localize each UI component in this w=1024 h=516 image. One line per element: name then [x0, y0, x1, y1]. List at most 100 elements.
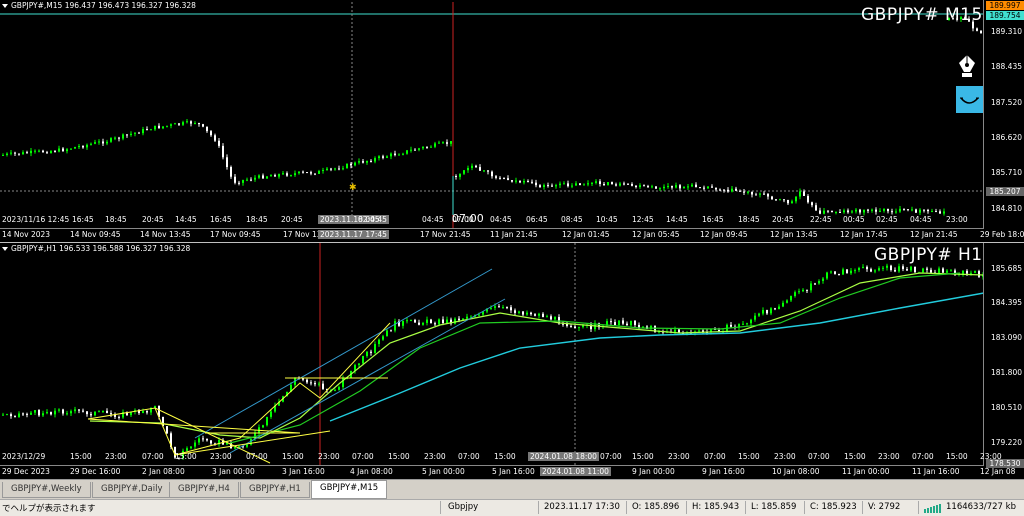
- candle-body: [378, 156, 380, 159]
- candle-body: [386, 330, 388, 337]
- tab-weekly[interactable]: GBPJPY#,Weekly: [2, 482, 91, 498]
- time-axis[interactable]: 14 Nov 2023 14 Nov 09:45 14 Nov 13:45 17 No…: [0, 228, 1024, 242]
- time-label: 14:45: [666, 215, 688, 224]
- candle-body: [282, 173, 284, 175]
- candle-body: [62, 148, 64, 152]
- candle-body: [446, 142, 448, 144]
- status-close: C: 185.923: [810, 502, 857, 512]
- candle-body: [190, 121, 192, 124]
- time-label: 14 Nov 2023: [2, 230, 51, 239]
- candle-body: [50, 412, 52, 415]
- candle-body: [543, 185, 545, 188]
- candle-body: [226, 157, 228, 168]
- status-volume: V: 2792: [868, 502, 901, 512]
- candle-body: [274, 175, 276, 177]
- time-label: 16:45: [702, 215, 724, 224]
- candle-body: [98, 411, 100, 413]
- candle-body: [762, 309, 764, 314]
- candle-body: [266, 416, 268, 426]
- candle-body: [238, 182, 240, 184]
- candle-body: [146, 129, 148, 131]
- candle-body: [774, 308, 776, 310]
- candle-body: [527, 180, 529, 182]
- candle-body: [74, 147, 76, 149]
- pen-icon[interactable]: [956, 54, 978, 80]
- separator: [538, 501, 539, 514]
- candle-body: [154, 125, 156, 130]
- time-label: 2024.01.08 11:00: [540, 467, 611, 476]
- tab-m15[interactable]: GBPJPY#,M15: [311, 480, 388, 499]
- ohlc-info: GBPJPY#,M15 196.437 196.473 196.327 196.…: [2, 1, 196, 10]
- candle-body: [66, 149, 68, 152]
- chart-window-h1[interactable]: GBPJPY#,H1 196.533 196.588 196.327 196.3…: [0, 242, 1024, 479]
- time-label: 23:00: [210, 452, 232, 461]
- candle-body: [843, 210, 845, 213]
- candle-body: [827, 210, 829, 212]
- time-label: 04:45: [490, 215, 512, 224]
- time-label: 11 Jan 16:00: [912, 467, 960, 476]
- dropdown-triangle-icon[interactable]: [2, 4, 8, 8]
- candle-body: [978, 271, 980, 277]
- tab-h4[interactable]: GBPJPY#,H4: [169, 482, 239, 498]
- time-label: 07:00: [600, 452, 622, 461]
- candle-body: [310, 172, 312, 174]
- candle-body: [919, 209, 921, 213]
- time-label: 07:00: [452, 212, 484, 225]
- tab-daily[interactable]: GBPJPY#,Daily: [92, 482, 172, 498]
- candle-body: [10, 414, 12, 417]
- candle-body: [38, 410, 40, 416]
- status-low: L: 185.859: [751, 502, 797, 512]
- candle-body: [742, 323, 744, 325]
- candle-body: [338, 168, 340, 170]
- time-label: 07:00: [808, 452, 830, 461]
- candle-body: [114, 137, 116, 139]
- candle-body: [754, 315, 756, 320]
- candle-body: [559, 183, 561, 186]
- candle-body: [310, 382, 312, 384]
- price-scale[interactable]: 185.685 184.395 183.090 181.800 180.510 …: [983, 243, 1024, 479]
- candle-body: [374, 344, 376, 353]
- candle-body: [166, 426, 168, 434]
- candle-body: [935, 211, 937, 213]
- candle-body: [839, 211, 841, 213]
- candle-body: [831, 210, 833, 213]
- candle-body: [6, 153, 8, 155]
- status-symbol: Gbpjpy: [448, 502, 479, 512]
- candle-body: [807, 195, 809, 203]
- price-chart[interactable]: ✱: [0, 0, 984, 229]
- candle-body: [218, 140, 220, 146]
- candle-body: [546, 316, 548, 318]
- candle-body: [178, 123, 180, 125]
- candle-body: [695, 184, 697, 188]
- price-label: 189.310: [990, 27, 1022, 36]
- time-label: 07:00: [246, 452, 268, 461]
- candle-body: [495, 176, 497, 178]
- candle-body: [402, 153, 404, 155]
- candle-body: [914, 266, 916, 273]
- candle-body: [846, 269, 848, 274]
- candle-body: [611, 182, 613, 185]
- chart-window-m15[interactable]: GBPJPY#,M15 196.437 196.473 196.327 196.…: [0, 0, 1024, 242]
- price-label: 185.685: [990, 264, 1022, 273]
- price-chart[interactable]: [0, 243, 984, 466]
- candle-body: [782, 302, 784, 307]
- candle-body: [970, 272, 972, 274]
- candle-body: [603, 183, 605, 186]
- candle-body: [214, 135, 216, 141]
- candle-body: [42, 150, 44, 153]
- candle-body: [414, 319, 416, 323]
- candle-body: [234, 176, 236, 183]
- candle-body: [579, 183, 581, 186]
- candle-body: [810, 283, 812, 291]
- candle-body: [222, 145, 224, 158]
- time-axis[interactable]: 29 Dec 2023 29 Dec 16:00 2 Jan 08:00 3 Jan …: [0, 465, 1015, 479]
- candle-body: [806, 289, 808, 291]
- tab-h1[interactable]: GBPJPY#,H1: [240, 482, 310, 498]
- dropdown-triangle-icon[interactable]: [2, 247, 8, 251]
- candle-body: [426, 319, 428, 323]
- candle-body: [459, 173, 461, 177]
- time-label: 10 Jan 08:00: [772, 467, 820, 476]
- smile-icon[interactable]: [956, 86, 983, 113]
- candle-body: [723, 189, 725, 191]
- price-scale[interactable]: 189.997 189.754 189.310 188.435 187.520 …: [983, 0, 1024, 242]
